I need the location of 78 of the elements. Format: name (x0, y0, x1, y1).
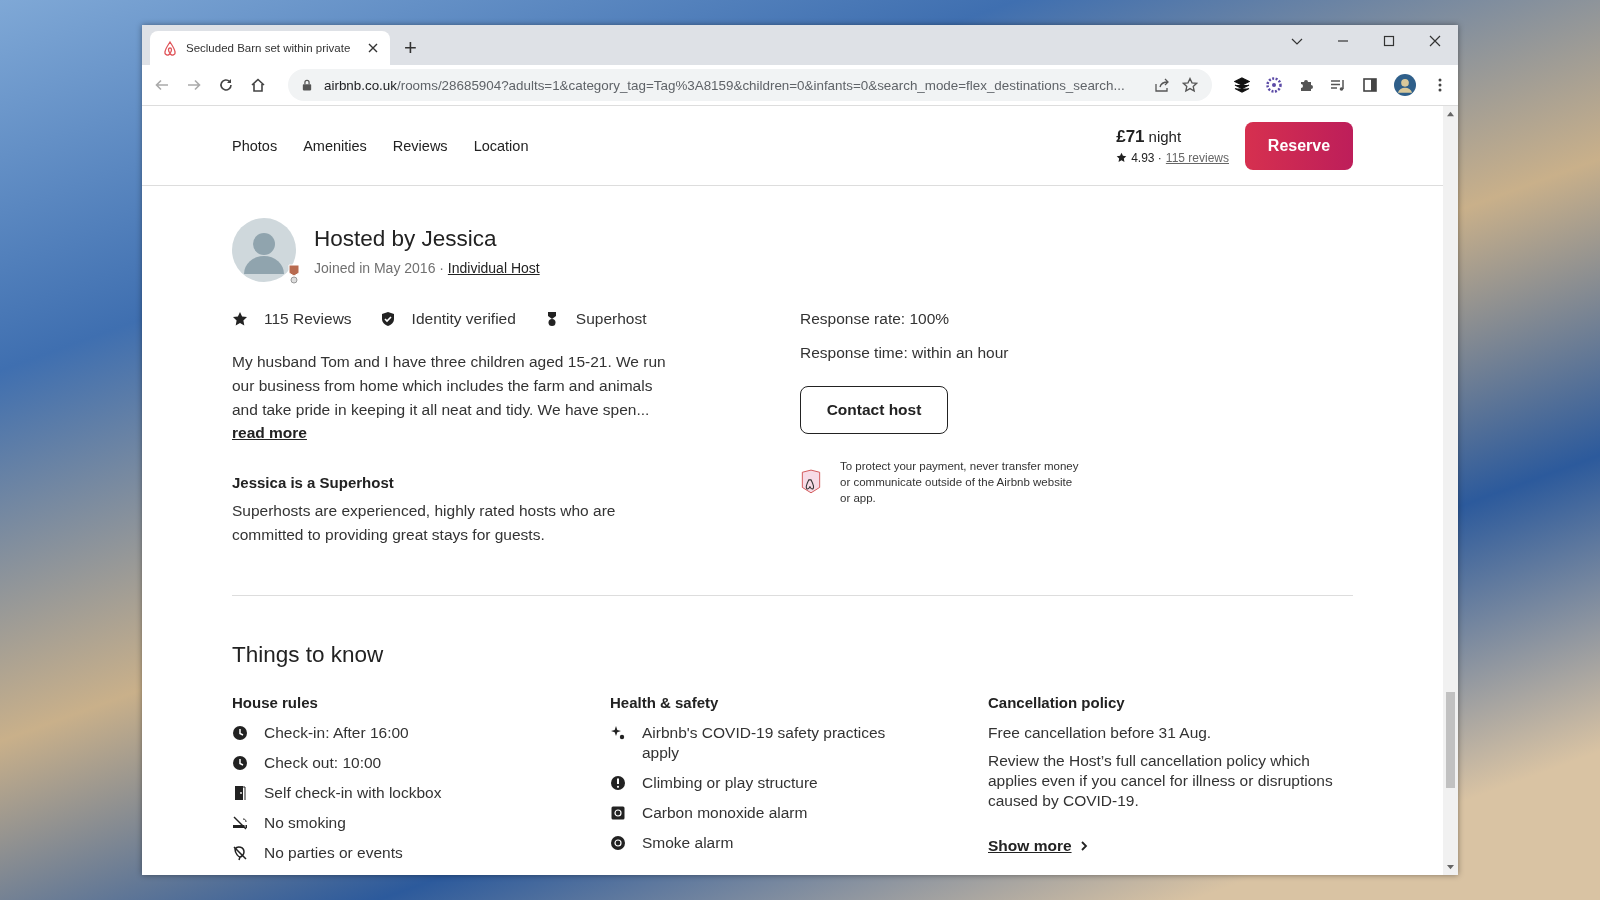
scroll-down-arrow-icon[interactable] (1446, 864, 1455, 871)
puzzle-icon[interactable] (1298, 77, 1314, 93)
sparkle-icon (610, 725, 626, 741)
scroll-up-arrow-icon[interactable] (1446, 110, 1455, 117)
reserve-button[interactable]: Reserve (1245, 121, 1353, 170)
close-icon[interactable] (1429, 35, 1441, 47)
host-description: My husband Tom and I have three children aged 15-21. We run our business from home which includes the farm and animals and take pride in keeping it all neat and tidy. We have spen... (232, 352, 667, 420)
door-icon (232, 785, 248, 801)
share-icon[interactable] (1154, 77, 1170, 93)
star-outline-icon[interactable] (1182, 77, 1198, 93)
browser-tab[interactable]: Secluded Barn set within private (150, 31, 390, 65)
section-link[interactable]: Reviews (392, 137, 448, 154)
clock-icon (232, 755, 248, 771)
scrollbar[interactable] (1443, 106, 1458, 875)
response-rate: Response rate: 100% (800, 310, 951, 328)
lock-icon (302, 79, 312, 91)
shield-logo-icon (800, 469, 822, 495)
rule-text: No smoking (264, 813, 347, 833)
host-stat: Superhost (575, 310, 647, 328)
no-smoking-icon (232, 815, 248, 831)
column-heading: Cancellation policy (988, 694, 1126, 711)
url-text: airbnb.co.uk/rooms/28685904?adults=1&category_tag=Tag%3A8159&children=0&infants=0&search_mode=flex_destinations_search... (324, 77, 1126, 93)
rule-text: Self check-in with lockbox (264, 783, 443, 803)
chevron-right-icon (1079, 840, 1088, 852)
star-icon (232, 311, 248, 327)
rule-text: Climbing or play structure (642, 773, 819, 793)
section-link[interactable]: Location (473, 137, 529, 154)
contact-host-button[interactable]: Contact host (800, 386, 948, 434)
cancellation-text: Review the Host’s full cancellation policy which applies even if you cancel for illness or disruptions caused by COVID-19. (988, 751, 1334, 811)
reviews-link[interactable]: 115 reviews (1165, 150, 1229, 165)
clock-icon (232, 725, 248, 741)
maximize-icon[interactable] (1383, 35, 1395, 47)
rule-text: Smoke alarm (642, 833, 735, 853)
star-icon (1116, 152, 1128, 163)
side-panel-icon[interactable] (1362, 77, 1378, 93)
alarm-icon (610, 805, 626, 821)
rule-text: Airbnb's COVID-19 safety practices apply (642, 723, 887, 763)
new-tab-button[interactable]: + (398, 35, 423, 61)
close-icon[interactable] (368, 43, 378, 53)
superhost-heading: Jessica is a Superhost (232, 474, 395, 491)
host-type-link[interactable]: Individual Host (447, 260, 540, 276)
layers-icon[interactable] (1234, 77, 1250, 93)
response-time: Response time: within an hour (800, 344, 1010, 362)
home-icon[interactable] (250, 77, 266, 93)
playlist-icon[interactable] (1330, 77, 1346, 93)
rating: 4.93 · (1131, 150, 1162, 165)
superhost-description: Superhosts are experienced, highly rated hosts who are committed to providing great stays for guests. (232, 501, 617, 545)
read-more-link[interactable]: read more (232, 424, 307, 442)
avatar-icon (232, 218, 296, 282)
flower-icon[interactable] (1266, 77, 1282, 93)
section-title: Things to know (232, 642, 385, 668)
payment-notice: To protect your payment, never transfer money or communicate outside of the Airbnb website or app. (840, 459, 1080, 506)
host-stat: Identity verified (411, 310, 516, 328)
section-link[interactable]: Photos (232, 137, 278, 154)
exclamation-icon (610, 775, 626, 791)
rule-text: No parties or events (264, 843, 404, 863)
scrollbar-thumb[interactable] (1446, 692, 1455, 788)
price: £71 (1116, 126, 1145, 146)
profile-avatar-icon[interactable] (1394, 74, 1416, 96)
shield-check-icon (379, 311, 396, 327)
reload-icon[interactable] (218, 77, 234, 93)
cancellation-text: Free cancellation before 31 Aug. (988, 723, 1213, 743)
no-party-icon (232, 845, 248, 861)
column-heading: House rules (232, 694, 319, 711)
rule-text: Check out: 10:00 (264, 753, 383, 773)
airbnb-logo-icon (162, 40, 178, 56)
joined-date: Joined in May 2016 · (314, 260, 444, 276)
host-title: Hosted by Jessica (314, 226, 498, 252)
rule-text: Check-in: After 16:00 (264, 723, 410, 743)
address-bar[interactable]: airbnb.co.uk/rooms/28685904?adults=1&category_tag=Tag%3A8159&children=0&infants=0&search_mode=flex_destinations_search... (288, 69, 1212, 101)
show-more-link[interactable]: Show more (988, 837, 1072, 855)
superhost-badge-icon (288, 264, 300, 284)
section-link[interactable]: Amenities (303, 137, 367, 154)
smoke-alarm-icon (610, 835, 626, 851)
rule-text: Carbon monoxide alarm (642, 803, 809, 823)
price-unit: night (1148, 127, 1182, 145)
column-heading: Health & safety (610, 694, 720, 711)
host-stat: 115 Reviews (264, 310, 352, 328)
